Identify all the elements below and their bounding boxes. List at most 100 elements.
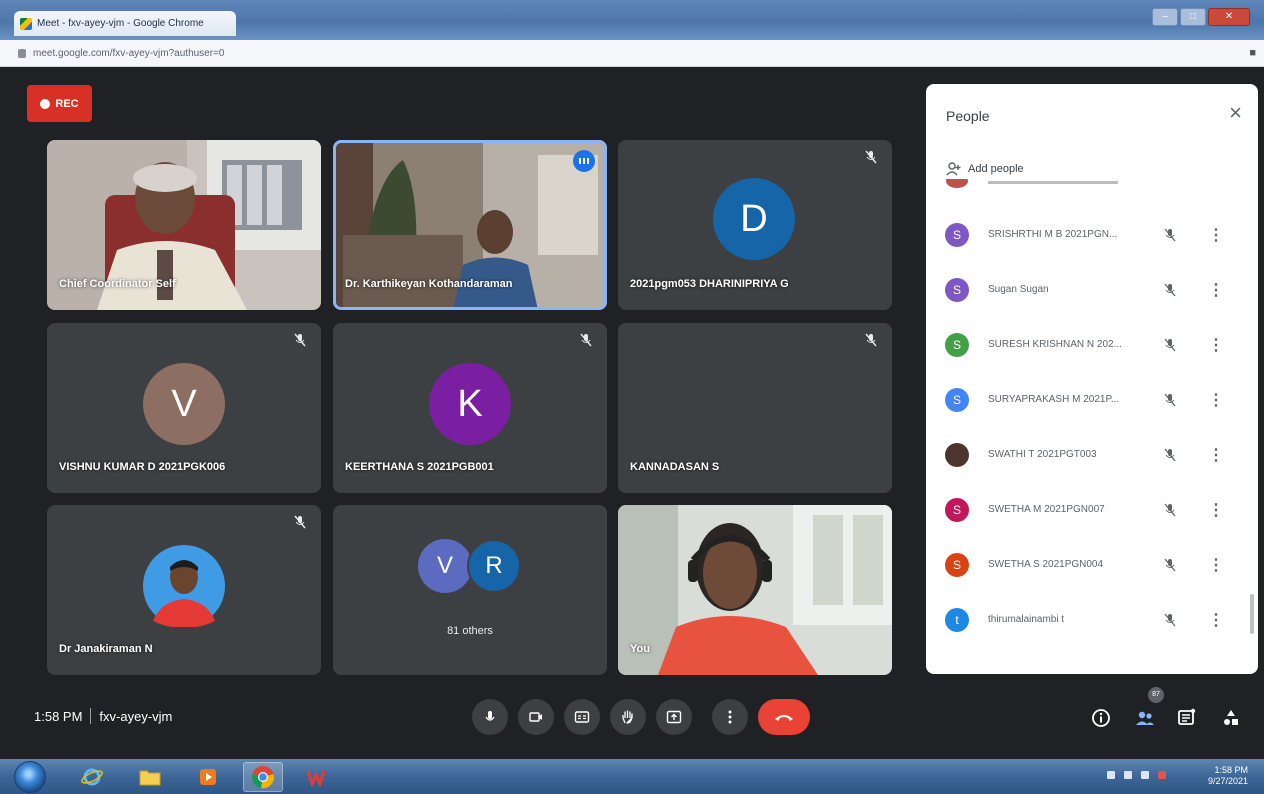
- network-icon[interactable]: [1141, 771, 1149, 779]
- self-tile[interactable]: You: [618, 505, 892, 675]
- microphone-button[interactable]: [472, 699, 508, 735]
- chrome-glyph: [252, 766, 274, 789]
- add-people-button[interactable]: Add people: [946, 162, 1024, 176]
- participant-tile[interactable]: Chief Coordinator Self: [47, 140, 321, 310]
- participant-list-avatar: S: [945, 277, 969, 302]
- media-player-icon[interactable]: [188, 762, 228, 792]
- captions-icon: [574, 711, 590, 723]
- present-screen-icon: [666, 710, 682, 724]
- browser-tab[interactable]: Meet - fxv-ayey-vjm - Google Chrome: [14, 11, 236, 36]
- more-options-button[interactable]: [712, 699, 748, 735]
- participant-tile[interactable]: Dr Janakiraman N: [47, 505, 321, 675]
- participant-list-avatar: S: [945, 497, 969, 522]
- volume-icon[interactable]: [1124, 771, 1132, 779]
- microphone-icon: [485, 711, 495, 721]
- more-vert-icon[interactable]: ⋮: [1208, 500, 1224, 520]
- taskbar-date: 9/27/2021: [1207, 776, 1248, 786]
- participant-list-item[interactable]: SWATHI T 2021PGT003 ⋮: [926, 427, 1246, 482]
- close-icon[interactable]: ×: [1229, 102, 1242, 124]
- address-bar[interactable]: meet.google.com/fxv-ayey-vjm?authuser=0 …: [0, 40, 1264, 67]
- minimize-icon[interactable]: –: [1152, 8, 1178, 26]
- start-icon[interactable]: [14, 761, 46, 793]
- folder-glyph: [139, 770, 161, 786]
- add-person-icon: [946, 162, 961, 176]
- leave-call-button[interactable]: [758, 699, 810, 735]
- more-vert-icon[interactable]: ⋮: [1208, 225, 1224, 245]
- participant-list-item[interactable]: S SURESH KRISHNAN N 202... ⋮: [926, 317, 1246, 372]
- participant-list-avatar: S: [945, 552, 969, 577]
- participant-list-item[interactable]: S SURYAPRAKASH M 2021P... ⋮: [926, 372, 1246, 427]
- participant-list-item[interactable]: t thirumalainambi t ⋮: [926, 592, 1246, 647]
- participant-list-avatar: t: [945, 607, 969, 632]
- participant-list-item[interactable]: S SWETHA S 2021PGN004 ⋮: [926, 537, 1246, 592]
- maximize-icon[interactable]: □: [1180, 8, 1206, 26]
- more-vert-icon[interactable]: ⋮: [1208, 280, 1224, 300]
- internet-explorer-icon[interactable]: [72, 762, 112, 792]
- meeting-code[interactable]: fxv-ayey-vjm: [99, 709, 172, 724]
- camera-button[interactable]: [518, 699, 554, 735]
- windows-taskbar: 1:58 PM 9/27/2021: [0, 759, 1264, 794]
- participant-name: Chief Coordinator Self: [59, 278, 176, 290]
- others-avatar: R: [467, 539, 521, 593]
- chrome-taskbar-icon[interactable]: [243, 762, 283, 792]
- mic-off-icon[interactable]: [1163, 283, 1177, 297]
- action-center-flag-icon[interactable]: [1158, 771, 1166, 779]
- participant-list-avatar: S: [945, 332, 969, 357]
- taskbar-clock[interactable]: 1:58 PM 9/27/2021: [1208, 765, 1248, 787]
- participant-list-item[interactable]: S SWETHA M 2021PGN007 ⋮: [926, 482, 1246, 537]
- others-tile[interactable]: V R 81 others: [333, 505, 607, 675]
- camera-icon: [529, 712, 542, 722]
- participant-tile[interactable]: D 2021pgm053 DHARINIPRIYA G: [618, 140, 892, 310]
- mic-off-icon[interactable]: [1163, 613, 1177, 627]
- recording-label: REC: [55, 97, 79, 110]
- more-vert-icon[interactable]: ⋮: [1208, 390, 1224, 410]
- meet-stage: REC Chief Coordinator Self Dr. Karthikey…: [0, 67, 1264, 759]
- people-panel: People × Add people S SRISHRTHI M B 2021P…: [926, 84, 1258, 674]
- activities-icon[interactable]: [1220, 707, 1242, 729]
- meeting-details-icon[interactable]: [1090, 707, 1112, 729]
- browser-tab-title: Meet - fxv-ayey-vjm - Google Chrome: [37, 18, 204, 29]
- mic-off-icon[interactable]: [1163, 228, 1177, 242]
- more-vert-icon[interactable]: ⋮: [1208, 610, 1224, 630]
- participant-tile-active[interactable]: Dr. Karthikeyan Kothandaraman: [333, 140, 607, 310]
- people-panel-title: People: [946, 108, 990, 124]
- wps-writer-icon[interactable]: [298, 762, 338, 792]
- mic-off-icon: [865, 150, 877, 164]
- mic-off-icon[interactable]: [1163, 503, 1177, 517]
- mic-off-icon[interactable]: [1163, 393, 1177, 407]
- participant-tile[interactable]: V VISHNU KUMAR D 2021PGK006: [47, 323, 321, 493]
- present-screen-button[interactable]: [656, 699, 692, 735]
- participant-list[interactable]: S SRISHRTHI M B 2021PGN... ⋮ S Sugan Sugan ⋮ S…: [926, 179, 1246, 674]
- others-avatar: V: [418, 539, 472, 593]
- self-video: [618, 505, 892, 675]
- list-item-partial: [926, 179, 1246, 201]
- meeting-controls-bar: 1:58 PM fxv-ayey-vjm 87: [0, 687, 1264, 759]
- raise-hand-icon: [622, 710, 633, 724]
- participant-photo-avatar: [143, 545, 225, 627]
- mic-off-icon[interactable]: [1163, 558, 1177, 572]
- participant-tile[interactable]: KANNADASAN S: [618, 323, 892, 493]
- mic-off-icon[interactable]: [1163, 338, 1177, 352]
- participant-tile[interactable]: K KEERTHANA S 2021PGB001: [333, 323, 607, 493]
- mic-off-icon: [294, 333, 306, 347]
- participant-list-name: SWETHA S 2021PGN004: [988, 559, 1104, 570]
- more-vert-icon[interactable]: ⋮: [1208, 445, 1224, 465]
- participant-list-item[interactable]: S Sugan Sugan ⋮: [926, 262, 1246, 317]
- mic-off-icon[interactable]: [1163, 448, 1177, 462]
- captions-button[interactable]: [564, 699, 600, 735]
- recording-badge: REC: [27, 85, 92, 122]
- tray-arrow-icon[interactable]: [1107, 771, 1115, 779]
- participant-list-scrollbar[interactable]: [1250, 594, 1254, 634]
- meeting-time: 1:58 PM: [34, 708, 83, 724]
- window-close-icon[interactable]: ✕: [1208, 8, 1250, 26]
- browser-menu-icon[interactable]: ■: [1249, 47, 1256, 59]
- people-icon[interactable]: [1134, 707, 1156, 729]
- record-dot-icon: [40, 98, 51, 109]
- chat-icon[interactable]: [1176, 707, 1198, 729]
- participant-list-item[interactable]: S SRISHRTHI M B 2021PGN... ⋮: [926, 207, 1246, 262]
- more-vert-icon[interactable]: ⋮: [1208, 335, 1224, 355]
- more-vert-icon[interactable]: ⋮: [1208, 555, 1224, 575]
- address-url[interactable]: meet.google.com/fxv-ayey-vjm?authuser=0: [33, 48, 224, 59]
- raise-hand-button[interactable]: [610, 699, 646, 735]
- file-explorer-icon[interactable]: [130, 762, 170, 792]
